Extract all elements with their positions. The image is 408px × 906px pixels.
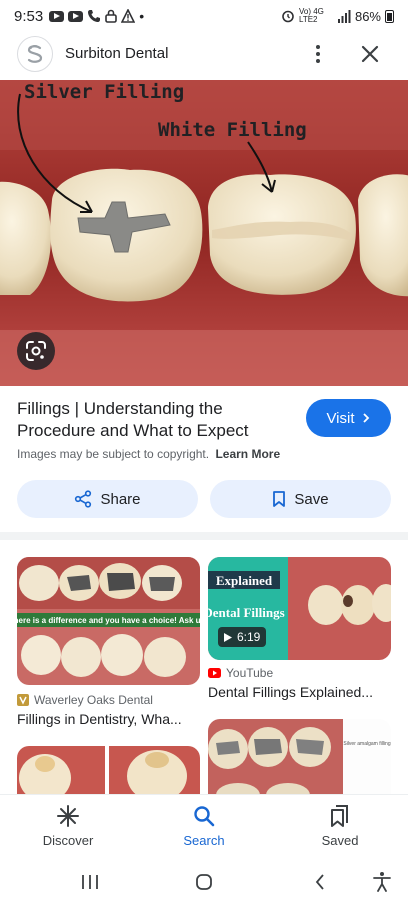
lock-icon bbox=[105, 9, 118, 23]
notification-icons: • bbox=[49, 8, 144, 24]
copyright-notice: Images may be subject to copyright. Lear… bbox=[17, 447, 280, 461]
nav-discover[interactable]: Discover bbox=[23, 803, 113, 848]
bottom-navigation: Discover Search Saved bbox=[0, 794, 408, 858]
youtube-notification-icon bbox=[49, 10, 65, 22]
video-badge: Explained bbox=[216, 573, 273, 588]
back-chevron-icon bbox=[315, 874, 324, 890]
save-label: Save bbox=[294, 490, 329, 508]
status-bar: 9:53 • Vo) 4G LTE2 86% bbox=[0, 0, 408, 32]
more-dot bbox=[316, 45, 320, 49]
discover-asterisk-icon bbox=[57, 805, 79, 827]
search-icon bbox=[194, 806, 215, 827]
alert-icon bbox=[121, 9, 136, 23]
result-title[interactable]: Fillings | Understanding the Procedure a… bbox=[17, 398, 287, 442]
copyright-text: Images may be subject to copyright. bbox=[17, 447, 210, 461]
label-white: White Filling bbox=[158, 119, 307, 141]
related-title[interactable]: Fillings in Dentistry, Wha... bbox=[17, 711, 200, 727]
saved-collections-icon bbox=[331, 805, 348, 827]
status-time: 9:53 bbox=[14, 7, 44, 25]
phone-wifi-icon bbox=[88, 10, 101, 22]
label-silver: Silver Filling bbox=[24, 81, 184, 103]
system-navigation-bar bbox=[0, 858, 408, 906]
dot-icon: • bbox=[139, 8, 145, 24]
nav-saved[interactable]: Saved bbox=[295, 803, 385, 848]
battery-icon bbox=[385, 9, 394, 23]
play-icon bbox=[224, 632, 232, 642]
source-name: Waverley Oaks Dental bbox=[34, 693, 153, 707]
nav-saved-label: Saved bbox=[321, 833, 359, 848]
duration-text: 6:19 bbox=[237, 630, 261, 644]
image-label: Silver amalgam filling bbox=[343, 741, 390, 747]
nav-discover-label: Discover bbox=[42, 833, 94, 848]
main-image[interactable]: Silver Filling White Filling bbox=[0, 80, 408, 386]
save-button[interactable]: Save bbox=[210, 480, 391, 518]
lens-button[interactable] bbox=[17, 332, 55, 370]
more-dot bbox=[316, 52, 320, 56]
site-logo[interactable] bbox=[17, 36, 53, 72]
source-name: YouTube bbox=[226, 666, 274, 680]
surbiton-logo-icon bbox=[27, 45, 43, 63]
nav-search-label: Search bbox=[183, 833, 225, 848]
share-icon bbox=[75, 490, 92, 508]
share-button[interactable]: Share bbox=[17, 480, 198, 518]
home-button[interactable] bbox=[192, 870, 216, 894]
related-image[interactable]: Silver amalgam filling bbox=[208, 719, 391, 806]
youtube-notification-icon bbox=[68, 10, 84, 22]
section-divider bbox=[0, 532, 408, 540]
more-dot bbox=[316, 59, 320, 63]
signal-icon bbox=[337, 9, 351, 23]
related-video-thumbnail[interactable]: Explained Dental Fillings 6:19 bbox=[208, 557, 391, 660]
source-line: Waverley Oaks Dental bbox=[17, 693, 153, 707]
viewer-header: Surbiton Dental bbox=[0, 32, 408, 80]
status-right: Vo) 4G LTE2 86% bbox=[281, 8, 394, 24]
teeth-illustration: Silver Filling White Filling bbox=[0, 80, 408, 386]
recent-apps-button[interactable] bbox=[78, 870, 102, 894]
visit-button[interactable]: Visit bbox=[306, 399, 391, 437]
chevron-right-icon bbox=[362, 413, 369, 423]
more-options-button[interactable] bbox=[306, 42, 330, 66]
learn-more-link[interactable]: Learn More bbox=[215, 447, 280, 461]
share-label: Share bbox=[100, 490, 141, 508]
bookmark-icon bbox=[273, 491, 286, 507]
google-lens-icon bbox=[26, 341, 46, 361]
close-icon[interactable] bbox=[358, 42, 382, 66]
home-icon bbox=[196, 874, 212, 890]
image-caption: There is a difference and you have a cho… bbox=[17, 616, 200, 625]
battery-percent: 86% bbox=[354, 8, 381, 24]
youtube-icon bbox=[208, 668, 221, 678]
video-image-text: Dental Fillings bbox=[208, 605, 285, 620]
related-title[interactable]: Dental Fillings Explained... bbox=[208, 684, 391, 700]
accessibility-icon bbox=[373, 872, 391, 892]
amalgam-image: Silver amalgam filling bbox=[208, 719, 391, 806]
nav-search[interactable]: Search bbox=[159, 803, 249, 848]
video-duration: 6:19 bbox=[218, 627, 267, 647]
site-name[interactable]: Surbiton Dental bbox=[65, 45, 168, 62]
back-button[interactable] bbox=[308, 870, 332, 894]
network-label: Vo) 4G LTE2 bbox=[298, 7, 324, 24]
visit-label: Visit bbox=[326, 409, 355, 427]
site-favicon-icon bbox=[17, 694, 29, 706]
accessibility-button[interactable] bbox=[370, 870, 394, 894]
fillings-comparison-image: There is a difference and you have a cho… bbox=[17, 557, 200, 685]
related-image[interactable]: There is a difference and you have a cho… bbox=[17, 557, 200, 685]
recent-apps-icon bbox=[82, 875, 98, 889]
source-line: YouTube bbox=[208, 666, 273, 680]
alarm-icon bbox=[282, 10, 294, 23]
